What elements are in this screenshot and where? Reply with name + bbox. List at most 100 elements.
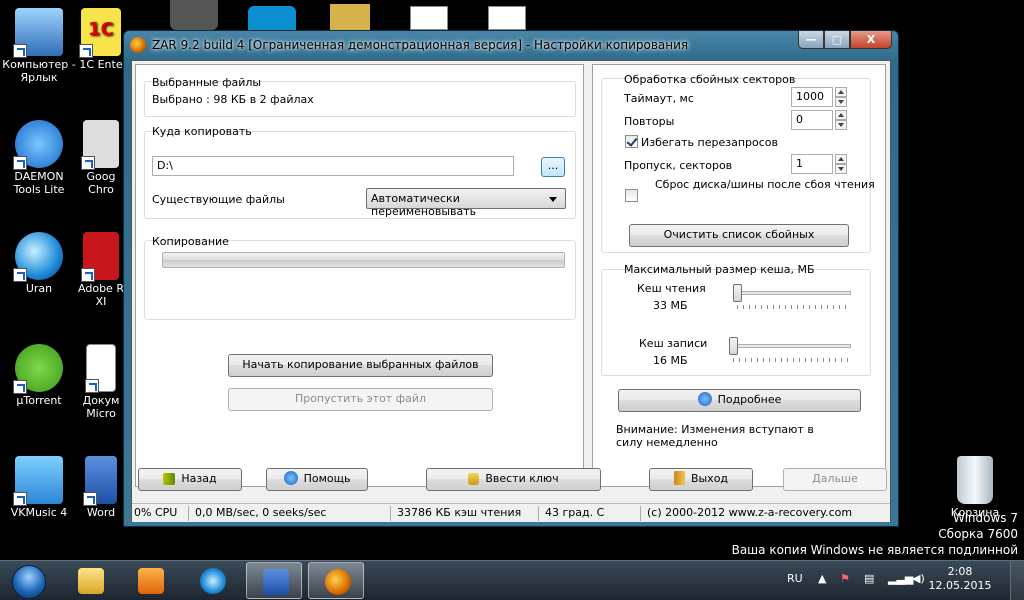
status-cpu: 0% CPU (134, 506, 178, 519)
timeout-input[interactable]: 1000 (791, 87, 833, 107)
language-indicator[interactable]: RU (787, 572, 803, 585)
taskbar-word[interactable] (246, 562, 302, 599)
uran-browser-icon (200, 568, 226, 594)
left-panel: Выбранные файлы Выбрано : 98 КБ в 2 файл… (135, 64, 584, 487)
minimize-button[interactable]: — (798, 31, 824, 49)
show-desktop-button[interactable] (1010, 561, 1024, 600)
spin-down-icon[interactable] (835, 120, 847, 130)
taskbar-explorer[interactable] (62, 562, 118, 599)
back-arrow-icon (163, 473, 176, 485)
computer-icon (13, 8, 63, 58)
maximize-button[interactable]: □ (824, 31, 850, 49)
spin-up-icon[interactable] (835, 110, 847, 120)
taskbar-uran[interactable] (184, 562, 240, 599)
media-player-icon (138, 568, 164, 594)
desktop-icon-daemon[interactable]: DAEMON Tools Lite (0, 120, 78, 196)
word-document-icon (85, 344, 116, 393)
folder-icon (78, 568, 104, 594)
retries-input[interactable]: 0 (791, 110, 833, 130)
copy-progress-bar (162, 252, 565, 268)
taskbar-zar[interactable] (308, 562, 364, 599)
browse-button[interactable]: ... (541, 157, 565, 177)
status-copyright: (c) 2000-2012 www.z-a-recovery.com (647, 506, 853, 519)
clear-bad-list-button[interactable]: Очистить список сбойных (629, 224, 849, 247)
existing-files-select[interactable]: Автоматически переименовывать (366, 188, 566, 218)
retries-spinner[interactable] (835, 110, 847, 130)
desktop-icon-uran[interactable]: Uran (0, 232, 78, 295)
folder-icon (330, 4, 370, 30)
avoid-rerequests-checkbox[interactable] (625, 135, 638, 148)
spin-down-icon[interactable] (835, 97, 847, 107)
network-icon[interactable]: ▤ (864, 572, 874, 585)
start-button[interactable] (4, 562, 54, 600)
status-temperature: 43 град. С (545, 506, 605, 519)
next-button[interactable]: Дальше (783, 468, 887, 491)
window-title: ZAR 9.2 build 4 [Ограниченная демонстрац… (152, 38, 689, 52)
window-client: Выбранные файлы Выбрано : 98 КБ в 2 файл… (131, 60, 891, 522)
desktop-icon-computer[interactable]: Компьютер - Ярлык (0, 8, 78, 84)
spin-down-icon[interactable] (835, 164, 847, 174)
write-cache-label: Кеш записи (639, 337, 708, 350)
taskbar-media-player[interactable] (122, 562, 178, 599)
close-button[interactable]: X (850, 31, 892, 49)
chevron-down-icon (549, 197, 557, 202)
destination-label: Куда копировать (152, 125, 252, 138)
adobe-reader-icon (81, 232, 119, 282)
1c-icon: 1С (79, 8, 121, 58)
desktop-icon-adobe[interactable]: Adobe R XI (78, 232, 124, 308)
existing-files-label: Существующие файлы (152, 193, 285, 206)
desktop-icon-label: Компьютер - Ярлык (2, 58, 76, 84)
back-button[interactable]: Назад (138, 468, 242, 491)
signal-icon[interactable]: ▂▃▅ (888, 572, 913, 585)
more-button[interactable]: Подробнее (618, 389, 861, 412)
word-document-icon (488, 6, 526, 30)
skip-file-button[interactable]: Пропустить этот файл (228, 388, 493, 411)
destination-path-input[interactable]: D:\ (152, 156, 514, 176)
desktop-icon-1c[interactable]: 1С 1C Ente (78, 8, 124, 71)
clock-date: 12.05.2015 (928, 579, 992, 592)
help-icon (283, 471, 298, 485)
desktop-icon-vkmusic[interactable]: VKMusic 4 (0, 456, 78, 519)
help-button[interactable]: Помощь (266, 468, 368, 491)
desktop-icon-word[interactable]: Word (78, 456, 124, 519)
skip-sectors-input[interactable]: 1 (791, 154, 833, 174)
read-cache-ticks (737, 305, 851, 309)
utorrent-icon (13, 344, 63, 394)
vkmusic-icon (13, 456, 63, 506)
write-cache-track[interactable] (729, 344, 851, 348)
desktop-icon-partial-1 (170, 0, 218, 30)
exit-button[interactable]: Выход (649, 468, 753, 491)
selected-files-label: Выбранные файлы (152, 76, 262, 89)
status-speed: 0,0 MB/sec, 0 seeks/sec (195, 506, 327, 519)
timeout-spinner[interactable] (835, 87, 847, 107)
tray-expand-icon[interactable]: ▲ (818, 572, 826, 585)
spin-up-icon[interactable] (835, 154, 847, 164)
start-copy-button[interactable]: Начать копирование выбранных файлов (228, 354, 493, 377)
write-cache-ticks (733, 358, 851, 362)
spin-up-icon[interactable] (835, 87, 847, 97)
skip-sectors-spinner[interactable] (835, 154, 847, 174)
enter-key-button[interactable]: Ввести ключ (426, 468, 601, 491)
desktop-icon-label: Word (86, 506, 116, 519)
title-bar[interactable]: ZAR 9.2 build 4 [Ограниченная демонстрац… (124, 31, 898, 59)
desktop-icon-label: VKMusic 4 (10, 506, 68, 519)
volume-icon[interactable]: ◀) (912, 572, 925, 585)
door-exit-icon (673, 471, 685, 485)
changes-note: Внимание: Изменения вступают в силу неме… (616, 423, 814, 449)
read-cache-slider[interactable] (733, 284, 742, 302)
read-cache-track[interactable] (733, 291, 851, 295)
reset-bus-checkbox[interactable] (625, 189, 638, 202)
desktop-icon-chrome[interactable]: Goog Chro (78, 120, 124, 196)
desktop-icon-utorrent[interactable]: µTorrent (0, 344, 78, 407)
read-cache-value: 33 МБ (653, 299, 688, 312)
lock-icon (468, 473, 480, 485)
clock[interactable]: 2:08 12.05.2015 (924, 565, 996, 593)
desktop-icon-word-doc[interactable]: Докум Micro (78, 344, 124, 420)
write-cache-slider[interactable] (729, 337, 738, 355)
word-document-icon (410, 6, 448, 30)
timeout-label: Таймаут, мс (624, 92, 694, 105)
retries-label: Повторы (624, 115, 675, 128)
desktop-icon-label: µTorrent (16, 394, 62, 407)
action-center-icon[interactable]: ⚑ (840, 572, 850, 585)
desktop-icon-label: Uran (25, 282, 53, 295)
